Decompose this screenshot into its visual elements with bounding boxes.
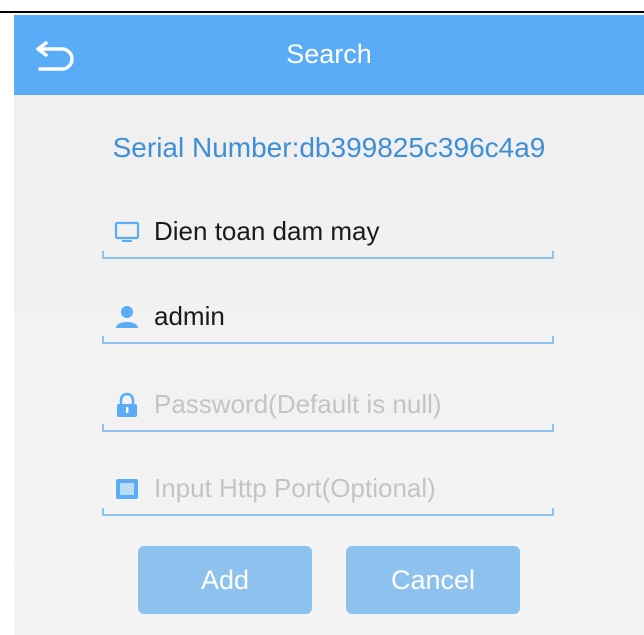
monitor-icon [114, 221, 140, 242]
add-button[interactable]: Add [138, 546, 312, 614]
username-field[interactable] [102, 292, 554, 344]
password-input[interactable] [154, 384, 544, 424]
back-button[interactable] [32, 33, 80, 77]
password-field[interactable] [102, 380, 554, 432]
device-name-field[interactable] [102, 207, 554, 259]
search-device-screen: Search Serial Number:db399825c396c4a9 Di… [14, 15, 644, 635]
serial-number-label: Serial Number:db399825c396c4a9 [112, 132, 546, 163]
back-arrow-icon [36, 41, 74, 71]
window-top-edge [0, 0, 644, 13]
user-icon [116, 306, 138, 328]
page-title: Search [286, 39, 372, 69]
username-input[interactable] [154, 296, 544, 336]
http-port-field[interactable] [102, 464, 554, 516]
app-bar: Search [14, 15, 644, 95]
cancel-button[interactable]: Cancel [346, 546, 520, 614]
lock-icon [117, 392, 137, 417]
device-name-input[interactable] [154, 211, 544, 251]
port-icon [116, 479, 138, 499]
http-port-input[interactable] [154, 468, 544, 508]
